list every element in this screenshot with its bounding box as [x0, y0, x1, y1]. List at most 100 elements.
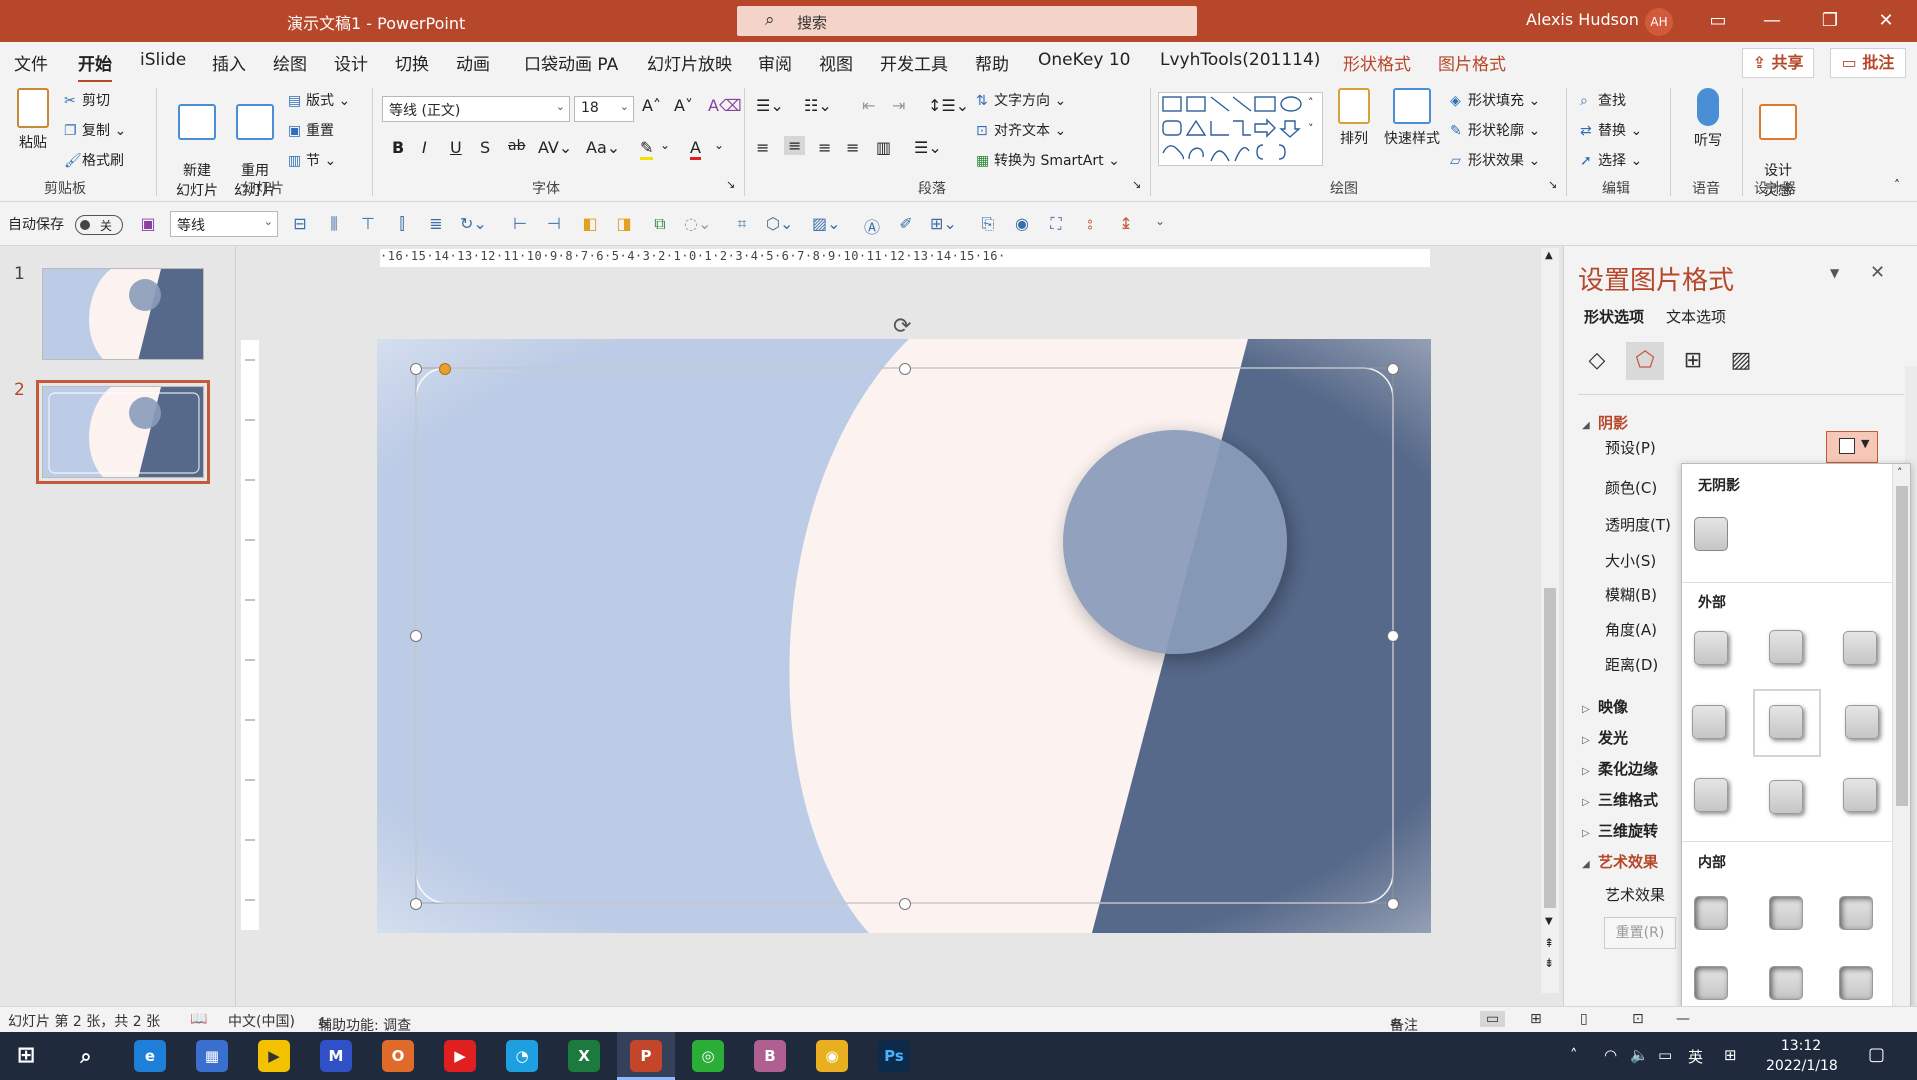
- slide-sorter-icon[interactable]: ⊞: [1530, 1011, 1542, 1027]
- section-3d-format[interactable]: ▷ 三维格式: [1582, 789, 1658, 810]
- new-slide-button[interactable]: 新建 幻灯片: [164, 88, 230, 200]
- tab-onekey[interactable]: OneKey 10: [1038, 50, 1130, 70]
- shadow-outer-swatch[interactable]: [1769, 630, 1803, 664]
- scrollbar-thumb[interactable]: [1544, 588, 1556, 908]
- normal-view-icon[interactable]: ▭: [1480, 1011, 1506, 1027]
- shadow-outer-swatch[interactable]: [1843, 631, 1877, 665]
- app-icon[interactable]: ◔: [506, 1040, 538, 1072]
- excel-icon[interactable]: X: [568, 1040, 600, 1072]
- align-middle-icon[interactable]: ⫼: [324, 214, 344, 234]
- layout-button[interactable]: ▤ 版式 ⌄: [288, 90, 350, 110]
- scroll-up-icon[interactable]: ˄: [1308, 96, 1314, 109]
- tab-home[interactable]: 开始: [78, 50, 112, 83]
- group-icon[interactable]: ⧉: [650, 214, 670, 234]
- align-right-icon[interactable]: ≡: [818, 138, 831, 157]
- tab-shape-format[interactable]: 形状格式: [1343, 50, 1411, 75]
- columns-icon[interactable]: ▥: [876, 138, 891, 157]
- section-artistic-effects[interactable]: ◢ 艺术效果: [1582, 851, 1658, 872]
- crop-icon[interactable]: ⌗: [732, 214, 752, 234]
- edit-shape-icon[interactable]: ⬡⌄: [766, 214, 793, 234]
- numbering-icon[interactable]: ☷⌄: [804, 96, 832, 115]
- battery-icon[interactable]: ▭: [1658, 1046, 1672, 1064]
- tab-animations[interactable]: 动画: [456, 50, 490, 75]
- resize-handle[interactable]: [1387, 630, 1399, 642]
- line-spacing-icon[interactable]: ↕☰⌄: [928, 96, 969, 115]
- scroll-up-icon[interactable]: ˄: [1897, 466, 1903, 479]
- rotate-handle-icon[interactable]: ⟳: [893, 314, 911, 339]
- slide-thumbnail-selected[interactable]: [36, 380, 210, 484]
- replace-button[interactable]: ⇄ 替换 ⌄: [1580, 120, 1642, 140]
- chevron-down-icon[interactable]: ⌄: [714, 138, 724, 152]
- height-icon[interactable]: ↨: [1116, 214, 1136, 234]
- font-name-combo[interactable]: 等线 (正文) ⌄: [382, 96, 570, 122]
- tab-developer[interactable]: 开发工具: [880, 50, 948, 75]
- arrange-button[interactable]: 排列: [1334, 88, 1374, 148]
- shadow-text-icon[interactable]: S: [480, 138, 490, 157]
- resize-handle[interactable]: [410, 363, 422, 375]
- align-center-icon[interactable]: ≡: [784, 136, 806, 155]
- tray-expand-icon[interactable]: ˄: [1570, 1046, 1578, 1064]
- language-status[interactable]: 中文(中国): [228, 1011, 295, 1031]
- clear-format-icon[interactable]: A⌫: [708, 96, 742, 115]
- search-box[interactable]: ⌕ 搜索: [737, 6, 1197, 36]
- fill-line-icon[interactable]: ◇: [1578, 342, 1616, 380]
- windows-start-icon[interactable]: ⊞: [10, 1040, 42, 1072]
- dialog-launcher-icon[interactable]: ↘: [726, 178, 735, 191]
- gallery-scrollbar[interactable]: ˄ ˅: [1892, 464, 1910, 1024]
- scroll-down-icon[interactable]: ▼: [1545, 916, 1553, 927]
- align-right-icon[interactable]: ⊣: [544, 214, 564, 234]
- circle-icon[interactable]: ◉: [1012, 214, 1032, 234]
- shadow-inner-swatch[interactable]: [1839, 896, 1873, 930]
- pane-close-icon[interactable]: ✕: [1870, 262, 1885, 283]
- paste-button[interactable]: 粘贴: [10, 88, 56, 152]
- size-properties-icon[interactable]: ⊞: [1674, 342, 1712, 380]
- font-combo[interactable]: 等线 ⌄: [170, 211, 278, 237]
- distribute-horizontal-icon[interactable]: ⫿: [392, 214, 412, 234]
- shadow-inner-swatch[interactable]: [1694, 896, 1728, 930]
- ribbon-display-icon[interactable]: ▭: [1698, 6, 1738, 36]
- highlight-icon[interactable]: ✎: [640, 138, 654, 160]
- tab-view[interactable]: 视图: [819, 50, 853, 75]
- volume-icon[interactable]: 🔈: [1630, 1046, 1649, 1064]
- resize-handle[interactable]: [410, 898, 422, 910]
- wifi-icon[interactable]: ◠: [1604, 1046, 1617, 1064]
- align-left-icon[interactable]: ≡: [756, 138, 769, 157]
- comments-button[interactable]: ▭ 批注: [1830, 48, 1906, 78]
- change-case-icon[interactable]: Aa⌄: [586, 138, 620, 157]
- customize-qat-icon[interactable]: ⌄: [1150, 214, 1170, 234]
- justify-icon[interactable]: ≡: [846, 138, 859, 157]
- tab-review[interactable]: 审阅: [758, 50, 792, 75]
- chrome-icon[interactable]: ◉: [816, 1040, 848, 1072]
- wechat-icon[interactable]: ◎: [692, 1040, 724, 1072]
- collapse-ribbon-icon[interactable]: ˄: [1894, 178, 1900, 192]
- corner-adjust-handle[interactable]: [439, 363, 451, 375]
- send-backward-icon[interactable]: ◨: [614, 214, 634, 234]
- section-soft-edges[interactable]: ▷ 柔化边缘: [1582, 758, 1658, 779]
- avatar[interactable]: AH: [1645, 8, 1673, 36]
- shapes-gallery[interactable]: [1158, 92, 1323, 166]
- reading-view-icon[interactable]: ▯: [1580, 1011, 1588, 1027]
- selection-pane-icon[interactable]: ⊞⌄: [930, 214, 957, 234]
- smartart-button[interactable]: ▦ 转换为 SmartArt ⌄: [976, 150, 1120, 170]
- app-b-icon[interactable]: B: [754, 1040, 786, 1072]
- tab-lvyhtools[interactable]: LvyhTools(201114): [1160, 50, 1320, 70]
- scrollbar-thumb[interactable]: [1896, 486, 1908, 806]
- draw-icon[interactable]: ✐: [896, 214, 916, 234]
- dialog-launcher-icon[interactable]: ↘: [1548, 178, 1557, 191]
- next-slide-icon[interactable]: ⇟: [1544, 956, 1554, 970]
- shadow-outer-swatch[interactable]: [1769, 780, 1803, 814]
- ime-indicator[interactable]: 英: [1688, 1046, 1703, 1067]
- shadow-outer-swatch-selected[interactable]: [1769, 705, 1803, 739]
- bold-icon[interactable]: B: [392, 138, 404, 157]
- increase-font-icon[interactable]: A˄: [642, 96, 661, 115]
- dictate-button[interactable]: 听写: [1680, 88, 1736, 150]
- photoshop-icon[interactable]: Ps: [878, 1040, 910, 1072]
- tab-islide[interactable]: iSlide: [140, 50, 186, 70]
- tab-slideshow[interactable]: 幻灯片放映: [647, 50, 732, 75]
- office-icon[interactable]: O: [382, 1040, 414, 1072]
- pane-options-icon[interactable]: ▼: [1830, 266, 1839, 280]
- format-painter-button[interactable]: 🖌格式刷: [64, 150, 124, 170]
- shadow-preset-dropdown[interactable]: ▼: [1826, 431, 1878, 463]
- section-reflection[interactable]: ▷ 映像: [1582, 696, 1628, 717]
- scroll-up-icon[interactable]: ▲: [1545, 250, 1553, 261]
